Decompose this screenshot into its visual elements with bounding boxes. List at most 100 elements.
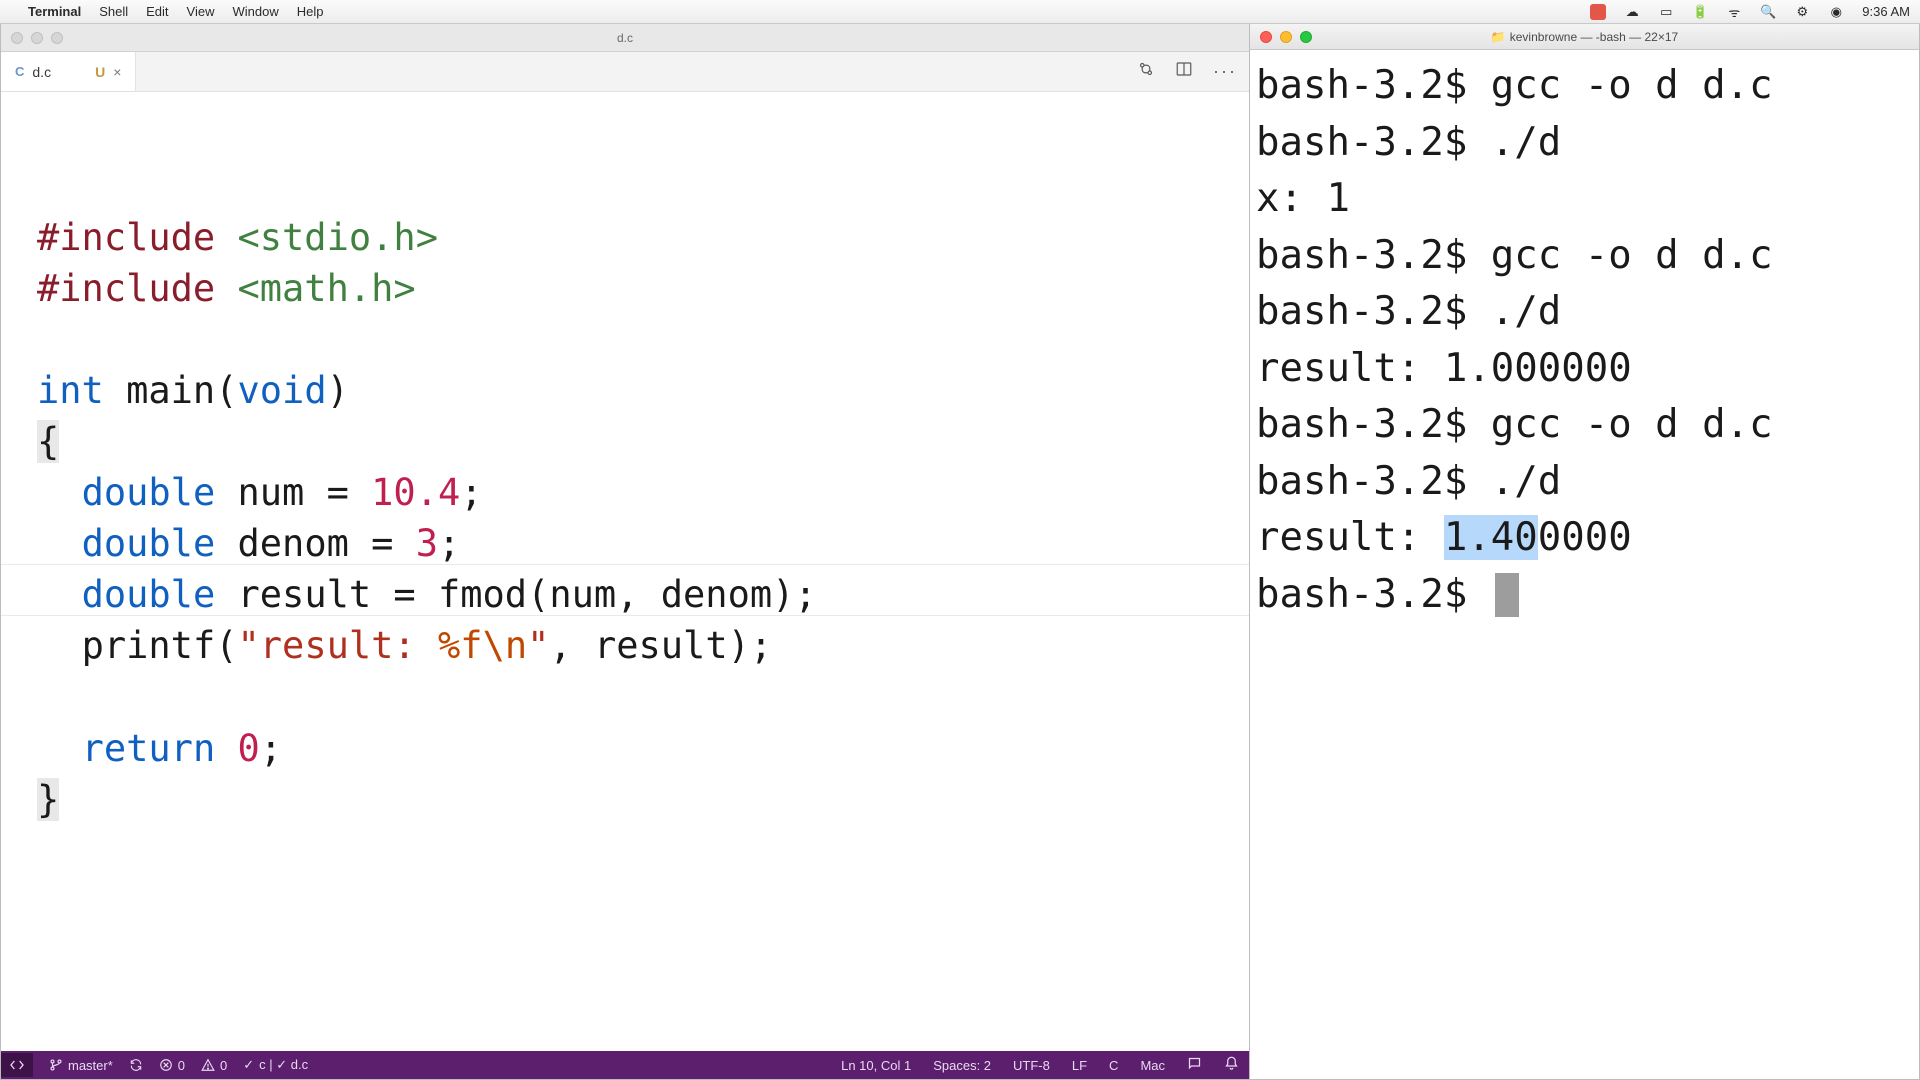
mac-menubar: Terminal Shell Edit View Window Help ☁︎ … [0, 0, 1920, 24]
encoding[interactable]: UTF-8 [1013, 1058, 1050, 1073]
code-token: " [527, 624, 549, 667]
code-token: 3 [416, 522, 438, 565]
tray-wifi-icon[interactable]: ᯤ [1726, 4, 1742, 20]
code-token: \n [483, 624, 528, 667]
tab-modified-indicator: U [95, 64, 105, 80]
tab-filename: d.c [32, 64, 51, 80]
terminal-close-dot[interactable] [1260, 31, 1272, 43]
term-line: bash-3.2$ gcc -o d d.c [1256, 63, 1773, 108]
code-token: double [82, 522, 238, 565]
code-token [37, 522, 82, 565]
term-line-prefix: result: [1256, 515, 1444, 560]
terminal-body[interactable]: bash-3.2$ gcc -o d d.c bash-3.2$ ./d x: … [1250, 50, 1919, 1079]
tray-control-center-icon[interactable]: ⚙︎ [1794, 4, 1810, 20]
tray-cloud-icon[interactable]: ☁︎ [1624, 4, 1640, 20]
app-name[interactable]: Terminal [28, 4, 81, 19]
code-token: ; [460, 471, 482, 514]
editor-window: d.c C d.c U × ··· #include <stdio.h> [0, 24, 1250, 1080]
code-token: num = [238, 471, 372, 514]
lint-text: c | ✓ d.c [259, 1057, 308, 1073]
code-token: ; [260, 727, 282, 770]
tray-search-icon[interactable]: 🔍 [1760, 4, 1776, 20]
code-area[interactable]: #include <stdio.h> #include <math.h> int… [1, 92, 1249, 1051]
terminal-title-folder: kevinbrowne [1510, 30, 1577, 44]
code-token [37, 727, 82, 770]
menu-shell[interactable]: Shell [99, 4, 128, 19]
code-token: printf( [82, 624, 238, 667]
warning-count: 0 [220, 1058, 227, 1073]
indent-setting[interactable]: Spaces: 2 [933, 1058, 991, 1073]
code-token: main( [126, 369, 237, 412]
term-line-suffix: 0000 [1538, 515, 1632, 560]
branch-name: master* [68, 1058, 113, 1073]
menu-help[interactable]: Help [297, 4, 324, 19]
editor-close-dot[interactable] [11, 32, 23, 44]
compare-changes-icon[interactable] [1137, 60, 1155, 83]
problems-errors[interactable]: 0 [159, 1058, 185, 1073]
code-token: " [238, 624, 260, 667]
code-token: double [82, 471, 238, 514]
terminal-zoom-dot[interactable] [1300, 31, 1312, 43]
terminal-title-rest: — -bash — 22×17 [1577, 30, 1678, 44]
tray-display-icon[interactable]: ▭ [1658, 4, 1674, 20]
terminal-cursor [1495, 573, 1519, 617]
term-selection: 1.40 [1444, 515, 1538, 560]
split-editor-icon[interactable] [1175, 60, 1193, 83]
tray-siri-icon[interactable]: ◉ [1828, 4, 1844, 20]
editor-tabstrip: C d.c U × ··· [1, 52, 1249, 92]
menu-view[interactable]: View [187, 4, 215, 19]
term-line: bash-3.2$ ./d [1256, 120, 1561, 165]
term-line: bash-3.2$ gcc -o d d.c [1256, 402, 1773, 447]
term-line: bash-3.2$ ./d [1256, 459, 1561, 504]
remote-indicator-icon[interactable] [1, 1053, 33, 1077]
code-token: { [37, 420, 59, 463]
editor-statusbar: master* 0 0 ✓ c | ✓ d.c Ln 10, Col [1, 1051, 1249, 1079]
code-token [37, 624, 82, 667]
tab-lang-badge: C [15, 64, 24, 79]
code-token: <math.h> [237, 267, 415, 310]
code-token: 10.4 [371, 471, 460, 514]
git-branch[interactable]: master* [49, 1058, 113, 1073]
code-token: ; [438, 522, 460, 565]
code-token: ) [327, 369, 349, 412]
tray-record-icon[interactable] [1590, 4, 1606, 20]
code-token: int [37, 369, 126, 412]
terminal-min-dot[interactable] [1280, 31, 1292, 43]
code-token: , result); [549, 624, 772, 667]
tab-close-icon[interactable]: × [113, 64, 121, 80]
editor-zoom-dot[interactable] [51, 32, 63, 44]
menu-window[interactable]: Window [233, 4, 279, 19]
feedback-icon[interactable] [1187, 1056, 1202, 1074]
cursor-position[interactable]: Ln 10, Col 1 [841, 1058, 911, 1073]
editor-min-dot[interactable] [31, 32, 43, 44]
editor-titlebar: d.c [1, 24, 1249, 52]
menubar-clock[interactable]: 9:36 AM [1862, 4, 1910, 19]
code-token: void [238, 369, 327, 412]
problems-warnings[interactable]: 0 [201, 1058, 227, 1073]
more-actions-icon[interactable]: ··· [1213, 61, 1237, 82]
folder-icon: 📁 [1491, 30, 1506, 44]
terminal-window: 📁 kevinbrowne — -bash — 22×17 bash-3.2$ g… [1250, 24, 1920, 1080]
tab-d-c[interactable]: C d.c U × [1, 52, 136, 91]
language-mode[interactable]: C [1109, 1058, 1118, 1073]
code-token: } [37, 778, 59, 821]
code-token: #include [37, 267, 237, 310]
term-line: x: 1 [1256, 176, 1350, 221]
menu-edit[interactable]: Edit [146, 4, 168, 19]
code-token: return [82, 727, 238, 770]
tray-battery-icon[interactable]: 🔋 [1692, 4, 1708, 20]
editor-traffic-lights[interactable] [11, 32, 63, 44]
eol[interactable]: LF [1072, 1058, 1087, 1073]
code-token: %f [438, 624, 483, 667]
sync-icon[interactable] [129, 1058, 143, 1072]
editor-window-title: d.c [617, 31, 633, 45]
code-token: 0 [238, 727, 260, 770]
term-prompt: bash-3.2$ [1256, 572, 1491, 617]
term-line: result: 1.000000 [1256, 346, 1632, 391]
code-token: #include [37, 216, 237, 259]
os-indicator[interactable]: Mac [1140, 1058, 1165, 1073]
lint-status[interactable]: ✓ c | ✓ d.c [243, 1057, 308, 1073]
terminal-traffic-lights[interactable] [1260, 31, 1312, 43]
term-line: bash-3.2$ ./d [1256, 289, 1561, 334]
bell-icon[interactable] [1224, 1056, 1239, 1074]
